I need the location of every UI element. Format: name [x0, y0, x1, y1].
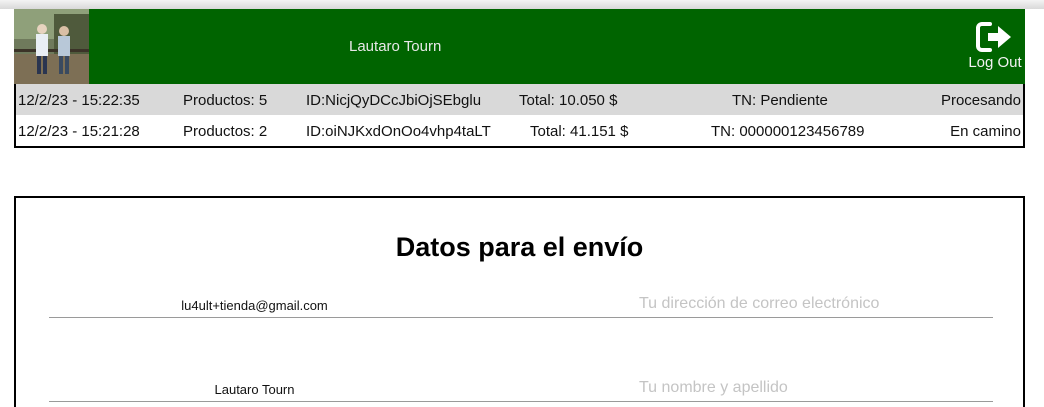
order-datetime: 12/2/23 - 15:22:35 — [18, 92, 140, 109]
order-products: Productos: 2 — [183, 123, 268, 140]
order-status: Procesando — [940, 92, 1021, 109]
order-total: Total: 41.151 $ — [530, 123, 629, 140]
order-total: Total: 10.050 $ — [519, 92, 618, 109]
order-status: En camino — [950, 123, 1021, 140]
shipping-form: Datos para el envío lu4ult+tienda@gmail.… — [14, 196, 1025, 407]
logout-button[interactable]: Log Out — [965, 21, 1025, 71]
name-field-row: Lautaro Tourn — [49, 376, 993, 402]
name-current-value: Lautaro Tourn — [214, 382, 295, 397]
email-current-value: lu4ult+tienda@gmail.com — [181, 298, 328, 313]
email-input[interactable] — [639, 295, 989, 313]
order-row[interactable]: 12/2/23 - 15:22:35 Productos: 5 ID:NicjQ… — [16, 84, 1023, 115]
order-id: ID:oiNJKxdOnOo4vhp4taLT — [306, 123, 491, 140]
sign-out-icon — [976, 22, 1011, 52]
name-input[interactable] — [639, 379, 989, 397]
orders-list: 12/2/23 - 15:22:35 Productos: 5 ID:NicjQ… — [14, 84, 1025, 148]
order-datetime: 12/2/23 - 15:21:28 — [18, 123, 140, 140]
avatar[interactable] — [14, 9, 89, 84]
header-bar: Lautaro Tourn Log Out — [14, 9, 1025, 84]
form-title: Datos para el envío — [395, 232, 644, 262]
logout-label: Log Out — [968, 54, 1022, 71]
email-field-row: lu4ult+tienda@gmail.com — [49, 292, 993, 318]
header-user-name: Lautaro Tourn — [349, 38, 442, 55]
order-tracking: TN: Pendiente — [732, 92, 828, 109]
order-tracking: TN: 000000123456789 — [711, 123, 865, 140]
browser-top-strip — [0, 0, 1044, 9]
order-id: ID:NicjQyDCcJbiOjSEbglu — [306, 92, 482, 109]
order-row[interactable]: 12/2/23 - 15:21:28 Productos: 2 ID:oiNJK… — [16, 115, 1023, 146]
order-products: Productos: 5 — [183, 92, 268, 109]
